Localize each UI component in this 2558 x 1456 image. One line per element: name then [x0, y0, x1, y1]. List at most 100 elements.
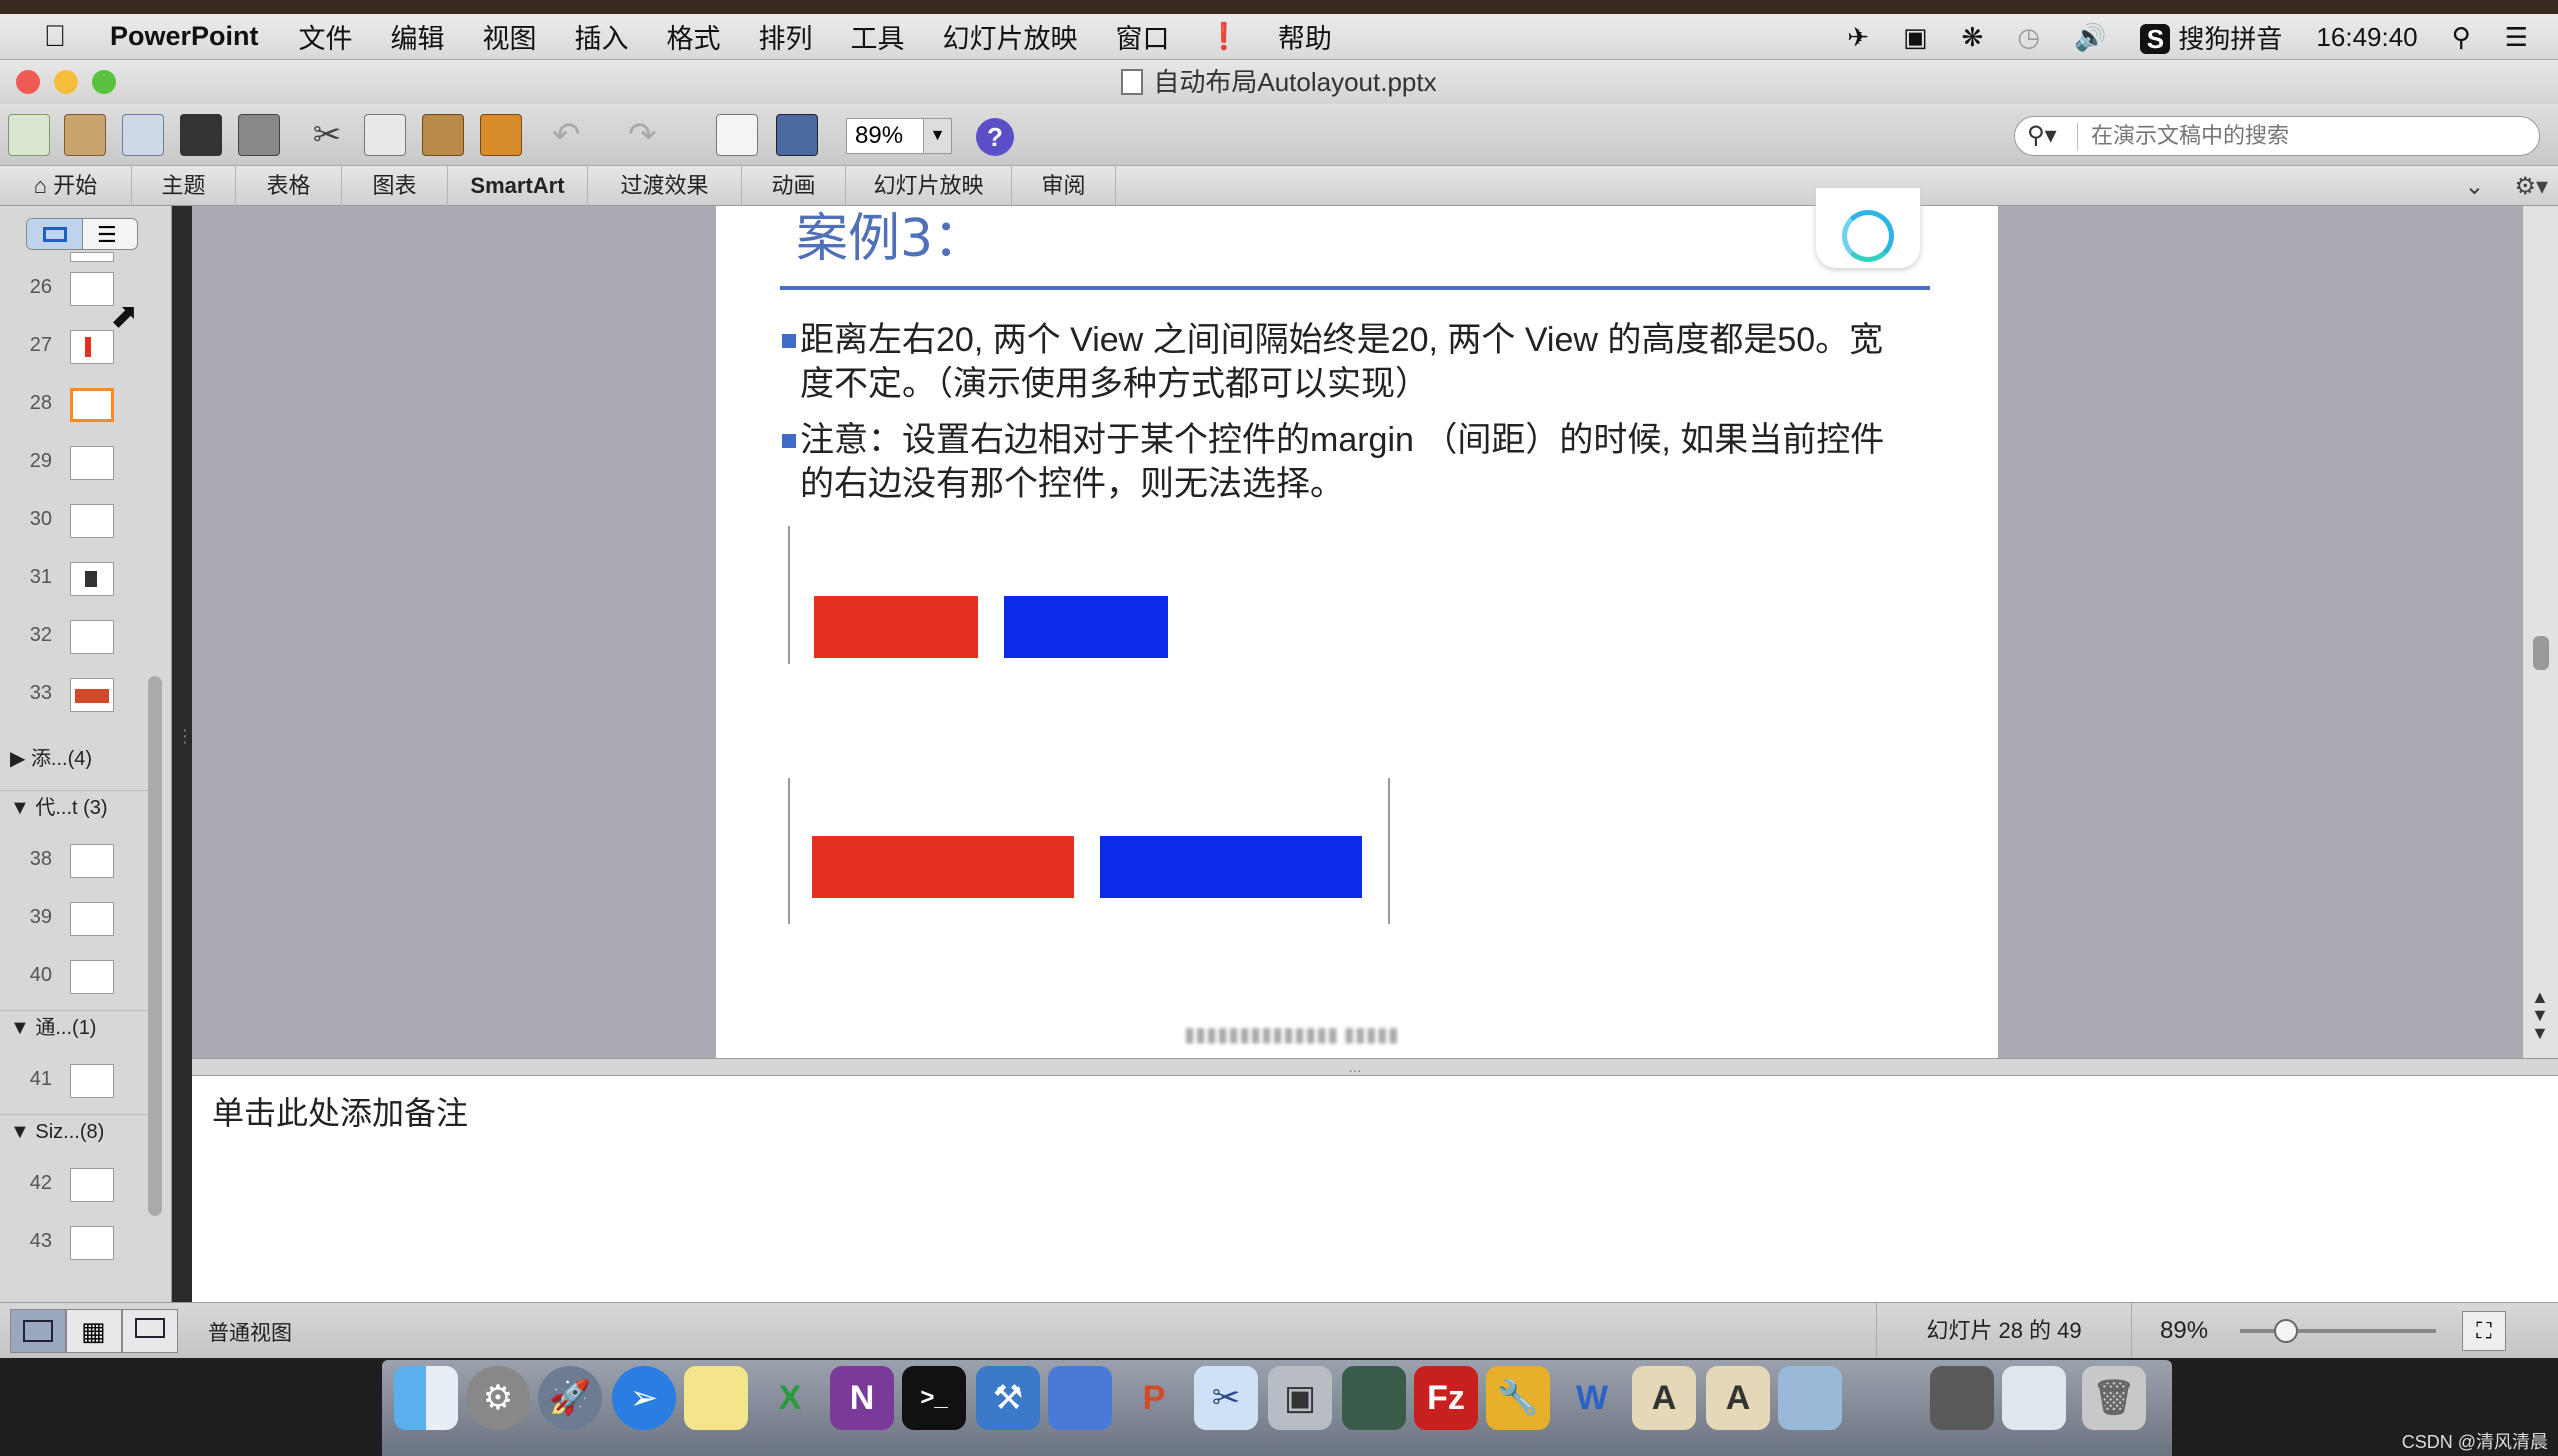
- menu-help[interactable]: 帮助: [1278, 17, 1332, 56]
- tab-tables[interactable]: 表格: [236, 166, 342, 206]
- wrench-icon[interactable]: 🔧: [1486, 1366, 1550, 1430]
- panel-splitter[interactable]: ⋮: [176, 727, 194, 770]
- slideshow-icon[interactable]: [776, 114, 818, 156]
- input-method-menu[interactable]: S 搜狗拼音: [2140, 19, 2282, 56]
- save-icon[interactable]: [180, 114, 222, 156]
- fit-to-window-button[interactable]: ⛶: [2462, 1311, 2506, 1351]
- slide-thumbnail-selected[interactable]: [70, 388, 114, 422]
- slide-thumbnail[interactable]: [70, 562, 114, 596]
- menu-edit[interactable]: 编辑: [391, 17, 445, 56]
- format-painter-icon[interactable]: [480, 114, 522, 156]
- time-machine-icon[interactable]: ◷: [2017, 22, 2040, 53]
- current-slide[interactable]: 案例3： 距离左右20, 两个 View 之间间隔始终是20, 两个 View …: [716, 188, 1998, 1058]
- panel-scrollbar[interactable]: [148, 676, 162, 1216]
- gear-icon[interactable]: ⚙▾: [2514, 172, 2548, 201]
- tab-themes[interactable]: 主题: [132, 166, 236, 206]
- preview-icon[interactable]: [1048, 1366, 1112, 1430]
- email-icon[interactable]: [2002, 1366, 2066, 1430]
- slide-thumbnail[interactable]: [70, 960, 114, 994]
- ftp-icon[interactable]: [1342, 1366, 1406, 1430]
- slide-thumbnail[interactable]: [70, 844, 114, 878]
- filezilla-icon[interactable]: Fz: [1414, 1366, 1478, 1430]
- camera-icon[interactable]: ▣: [1903, 22, 1928, 53]
- spotlight-search-icon[interactable]: ⚲: [2452, 22, 2471, 53]
- tab-home[interactable]: ⌂ 开始: [0, 166, 132, 206]
- projector-icon[interactable]: [1930, 1366, 1994, 1430]
- slide-thumbnail[interactable]: [70, 504, 114, 538]
- notes-splitter[interactable]: …: [192, 1058, 2558, 1076]
- xcode-icon[interactable]: ⚒: [976, 1366, 1040, 1430]
- bullet-item[interactable]: 距离左右20, 两个 View 之间间隔始终是20, 两个 View 的高度都是…: [782, 318, 1910, 406]
- paste-icon[interactable]: [422, 114, 464, 156]
- new-presentation-icon[interactable]: [8, 114, 50, 156]
- slide-thumbnail[interactable]: [70, 1168, 114, 1202]
- search-icon[interactable]: ⚲▾: [2027, 121, 2057, 150]
- zoom-slider-knob[interactable]: [2274, 1319, 2298, 1343]
- slide-thumbnail[interactable]: [70, 272, 114, 306]
- normal-view-button[interactable]: [10, 1309, 66, 1353]
- zoom-slider[interactable]: [2240, 1329, 2436, 1333]
- menu-format[interactable]: 格式: [667, 17, 721, 56]
- powerpoint-icon[interactable]: P: [1122, 1366, 1186, 1430]
- slide-sorter-icon[interactable]: [716, 114, 758, 156]
- text-editor-2-icon[interactable]: A: [1706, 1366, 1770, 1430]
- slide-thumbnail[interactable]: [70, 902, 114, 936]
- notification-center-icon[interactable]: ☰: [2505, 22, 2528, 53]
- excel-icon[interactable]: X: [758, 1366, 822, 1430]
- menu-insert[interactable]: 插入: [575, 17, 629, 56]
- slide-thumbnail[interactable]: [70, 330, 114, 364]
- notes-icon[interactable]: [684, 1366, 748, 1430]
- copy-icon[interactable]: [364, 114, 406, 156]
- menu-view[interactable]: 视图: [483, 17, 537, 56]
- slide-sorter-view-button[interactable]: ▦: [66, 1309, 122, 1353]
- search-box[interactable]: ⚲▾: [2014, 116, 2540, 156]
- zoom-combobox[interactable]: 89% ▼: [846, 118, 952, 154]
- tab-charts[interactable]: 图表: [342, 166, 448, 206]
- chevron-down-icon[interactable]: ▼: [923, 119, 951, 153]
- text-editor-icon[interactable]: A: [1632, 1366, 1696, 1430]
- launchpad-icon[interactable]: 🚀: [538, 1366, 602, 1430]
- disclosure-triangle-icon[interactable]: ▼: [10, 1017, 35, 1039]
- menu-tools[interactable]: 工具: [851, 17, 905, 56]
- disclosure-triangle-icon[interactable]: ▼: [10, 1121, 35, 1143]
- section-header[interactable]: ▼ 代...t (3): [0, 790, 150, 824]
- safari-icon[interactable]: ➢: [612, 1366, 676, 1430]
- tab-smartart[interactable]: SmartArt: [448, 166, 588, 206]
- panel-view-toggle[interactable]: ☰: [26, 218, 138, 250]
- red-view[interactable]: [814, 596, 978, 658]
- photo-slideshow-icon[interactable]: ▣: [1268, 1366, 1332, 1430]
- outline-view-icon[interactable]: ☰: [97, 224, 117, 246]
- red-view-wide[interactable]: [812, 836, 1074, 898]
- minimize-window-button[interactable]: [54, 70, 78, 94]
- slide-thumbnail[interactable]: [70, 678, 114, 712]
- volume-icon[interactable]: 🔊: [2074, 22, 2106, 53]
- tab-review[interactable]: 审阅: [1012, 166, 1116, 206]
- close-window-button[interactable]: [16, 70, 40, 94]
- disclosure-triangle-icon[interactable]: ▼: [10, 797, 35, 819]
- undo-icon[interactable]: ↶: [552, 114, 594, 156]
- script-menu-icon[interactable]: ❗: [1208, 21, 1240, 52]
- menu-arrange[interactable]: 排列: [759, 17, 813, 56]
- tab-transitions[interactable]: 过渡效果: [588, 166, 742, 206]
- section-header[interactable]: ▼ 通...(1): [0, 1010, 150, 1044]
- apple-menu-icon[interactable]: : [0, 20, 110, 54]
- presenter-view-button[interactable]: [122, 1309, 178, 1353]
- slide-title[interactable]: 案例3：: [796, 206, 985, 272]
- finder-icon[interactable]: [394, 1366, 458, 1430]
- app-menu[interactable]: PowerPoint: [110, 21, 259, 52]
- menu-slideshow[interactable]: 幻灯片放映: [943, 17, 1078, 56]
- onenote-icon[interactable]: N: [830, 1366, 894, 1430]
- section-header[interactable]: ▼ Siz...(8): [0, 1114, 150, 1148]
- network-icon[interactable]: ❋: [1962, 22, 1984, 53]
- tab-slideshow[interactable]: 幻灯片放映: [846, 166, 1012, 206]
- notes-pane[interactable]: 单击此处添加备注: [192, 1076, 2558, 1302]
- image-viewer-icon[interactable]: [1778, 1366, 1842, 1430]
- search-input[interactable]: [2091, 121, 2521, 151]
- scissors-icon[interactable]: ✂: [1194, 1366, 1258, 1430]
- scroll-arrows-icon[interactable]: ▲ ▼ ▼: [2531, 988, 2549, 1042]
- slide-thumbnail[interactable]: [70, 1064, 114, 1098]
- vertical-scrollbar[interactable]: ▲ ▼ ▼: [2522, 206, 2558, 1058]
- slide-thumbnail[interactable]: [70, 1226, 114, 1260]
- menu-window[interactable]: 窗口: [1116, 17, 1170, 56]
- notes-placeholder[interactable]: 单击此处添加备注: [212, 1088, 468, 1134]
